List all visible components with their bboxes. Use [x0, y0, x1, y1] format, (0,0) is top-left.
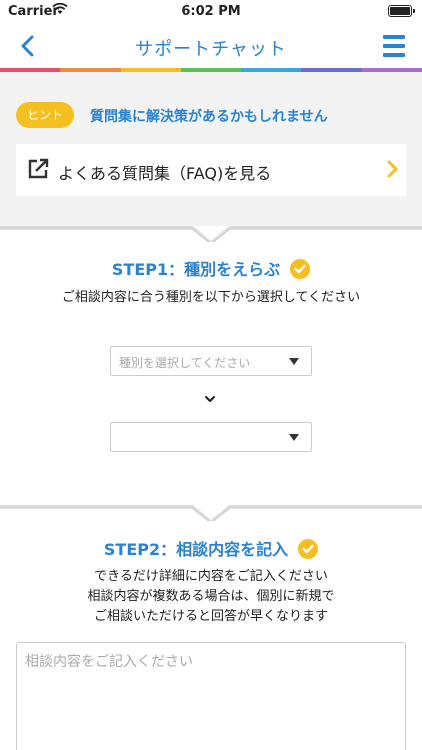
step2-title-text: STEP2：相談内容を記入: [103, 540, 289, 559]
check-icon: [298, 539, 319, 559]
chevron-down-icon: [205, 396, 215, 402]
category-select[interactable]: 種別を選択してください: [110, 346, 312, 376]
caret-down-icon: [289, 434, 299, 441]
hint-badge: ヒント: [16, 102, 74, 128]
step1-title: STEP1：種別をえらぶ: [0, 256, 422, 280]
check-icon: [290, 259, 311, 279]
subcategory-select[interactable]: [110, 422, 312, 452]
consultation-textarea[interactable]: 相談内容をご記入ください: [16, 642, 406, 750]
step1-description: ご相談内容に合う種別を以下から選択してください: [61, 290, 361, 305]
page-title: サポートチャット: [135, 39, 287, 60]
step2-title: STEP2：相談内容を記入: [0, 536, 422, 560]
chevron-right-icon: [387, 160, 398, 178]
rainbow-divider: [0, 68, 422, 72]
clock: 6:02 PM: [181, 4, 241, 19]
menu-icon[interactable]: [380, 33, 408, 59]
step2-description: できるだけ詳細に内容をご記入ください 相談内容が複数ある場合は、個別に新規で ご…: [0, 567, 422, 627]
category-select-placeholder: 種別を選択してください: [119, 356, 251, 370]
caret-down-icon: [289, 358, 299, 365]
hint-row: ヒント 質問集に解決策があるかもしれません: [16, 102, 406, 128]
external-link-icon: [28, 158, 49, 179]
faq-label: よくある質問集（FAQ)を見る: [58, 164, 272, 183]
nav-bar: サポートチャット: [0, 24, 422, 68]
status-bar: Carrier 6:02 PM: [0, 0, 422, 24]
section-notch: [0, 226, 422, 242]
hint-text: 質問集に解決策があるかもしれません: [90, 109, 328, 125]
step2-description-line: 相談内容が複数ある場合は、個別に新規で: [87, 589, 335, 604]
section-notch: [0, 505, 422, 521]
step2-description-line: ご相談いただけると回答が早くなります: [93, 609, 328, 624]
textarea-placeholder: 相談内容をご記入ください: [25, 654, 193, 670]
battery-icon: [388, 5, 415, 17]
step2-description-line: できるだけ詳細に内容をご記入ください: [94, 569, 328, 584]
step1-title-text: STEP1：種別をえらぶ: [111, 260, 281, 279]
back-chevron-icon[interactable]: [14, 32, 42, 60]
faq-link[interactable]: よくある質問集（FAQ)を見る: [16, 144, 406, 196]
